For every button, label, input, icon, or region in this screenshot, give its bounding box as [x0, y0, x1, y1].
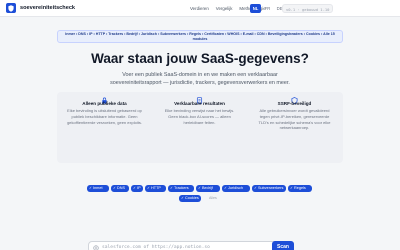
shield-logo-icon[interactable] [6, 3, 16, 13]
page-subtitle: Voer een publiek SaaS-domein in en we ma… [110, 72, 290, 87]
globe-icon [93, 238, 99, 250]
module-chip[interactable]: ✓HTTP [145, 185, 166, 192]
check-icon: ✓ [290, 186, 294, 190]
module-chip[interactable]: ✓Regels [288, 185, 312, 192]
features-panel: Alleen publieke data Elke bevinding is u… [57, 92, 343, 163]
check-icon: ✓ [133, 186, 137, 190]
check-icon: ✓ [224, 186, 228, 190]
feature-title: Verklaarbare resultaten [174, 101, 225, 106]
feature-title: SSRF-beveiligd [277, 101, 312, 106]
module-chip[interactable]: ✓Cookies [179, 195, 201, 202]
check-icon: ✓ [147, 186, 151, 190]
feature-description: Alle gebruikersinvoer wordt gevalideerd … [258, 108, 331, 131]
module-chip[interactable]: ✓DNS [111, 185, 129, 192]
lang-nl-button[interactable]: NL [250, 4, 261, 13]
nav-link-vergelijk[interactable]: Vergelijk [216, 6, 233, 11]
domain-search-input[interactable]: salesforce.com of https://app.notion.so [102, 245, 210, 250]
scan-button[interactable]: Scan [272, 241, 294, 250]
modules-banner: Inmer • DNS • IP • HTTP • Trackers • Bed… [57, 30, 343, 43]
page-title: Waar staan jouw SaaS-gegevens? [91, 51, 309, 66]
top-bar: soevereiniteitscheck Verdieren Vergelijk… [0, 0, 400, 17]
check-icon: ✓ [181, 196, 185, 200]
module-chip[interactable]: ✓Subverwerkers [252, 185, 286, 192]
check-icon: ✓ [198, 186, 202, 190]
modules-banner-text: Inmer • DNS • IP • HTTP • Trackers • Bed… [65, 32, 335, 42]
check-icon: ✓ [89, 186, 93, 190]
feature-description: Elke bevinding is uitsluitend gebaseerd … [67, 108, 142, 125]
module-chip[interactable]: ✓IP [131, 185, 143, 192]
language-switcher: NL FR DE [250, 4, 286, 13]
brand-name[interactable]: soevereiniteitscheck [20, 5, 75, 11]
domain-search-field[interactable]: salesforce.com of https://app.notion.so [88, 241, 294, 250]
check-icon: ✓ [170, 186, 174, 190]
feature-description: Elke bevinding verwijst naar het bewijs.… [164, 108, 235, 125]
nav-link-verdieren[interactable]: Verdieren [190, 6, 209, 11]
version-badge: v0.1 · gebouwd 1-10 [282, 4, 334, 13]
select-all-link[interactable]: Alles [209, 195, 217, 202]
module-chip[interactable]: ✓Bedrijf [196, 185, 220, 192]
module-chip[interactable]: ✓Juridisch [222, 185, 250, 192]
check-icon: ✓ [254, 186, 258, 190]
feature-title: Alleen publieke data [82, 101, 127, 106]
lang-fr-button[interactable]: FR [262, 4, 273, 13]
module-chip[interactable]: ✓Trackers [168, 185, 194, 192]
module-chip[interactable]: ✓Inmet [87, 185, 109, 192]
check-icon: ✓ [113, 186, 117, 190]
